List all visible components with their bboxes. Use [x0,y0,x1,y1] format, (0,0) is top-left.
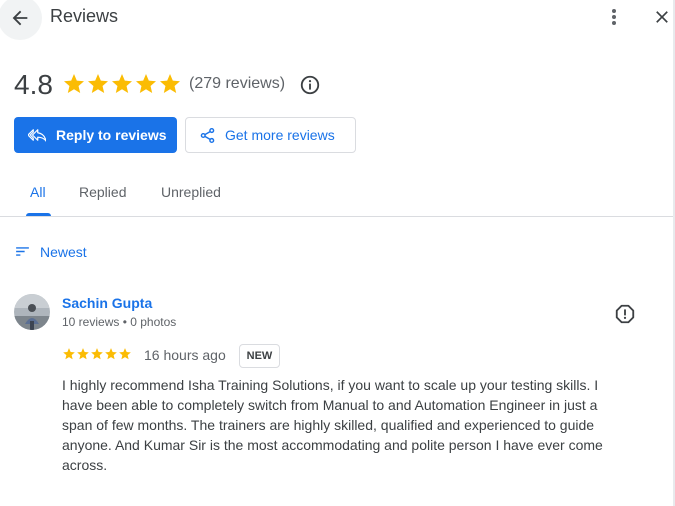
star-icon [119,348,131,360]
star-icon [136,74,156,93]
reply-all-icon [28,129,46,142]
star-icon [88,74,108,93]
share-icon [200,127,215,143]
sort-icon [16,247,29,256]
star-icon [91,348,103,360]
star-icon [77,348,89,360]
review-stars [62,347,132,361]
info-icon [300,75,320,95]
back-button[interactable] [0,0,42,40]
tab-replied[interactable]: Replied [79,184,126,200]
star-icon [64,74,84,93]
reply-to-reviews-label: Reply to reviews [56,127,167,143]
review-time: 16 hours ago [144,347,226,363]
get-more-reviews-button[interactable]: Get more reviews [185,117,356,153]
rating-stars [62,72,182,96]
tabs-divider [0,216,673,217]
report-review-button[interactable] [613,302,637,326]
new-badge: NEW [239,344,280,368]
star-icon [160,74,180,93]
review-text: I highly recommend Isha Training Solutio… [62,377,603,473]
star-icon [112,74,132,93]
avatar[interactable] [14,294,50,330]
reviewer-name[interactable]: Sachin Gupta [62,295,152,311]
star-icon [63,348,75,360]
tab-all[interactable]: All [30,184,46,200]
rating-info-button[interactable] [299,74,321,96]
get-more-reviews-label: Get more reviews [225,127,335,143]
more-vert-icon [612,9,616,25]
review-count: (279 reviews) [189,75,286,92]
reviewer-photo [14,294,50,330]
close-icon [656,11,668,23]
sort-button[interactable]: Newest [14,243,87,260]
reviewer-meta: 10 reviews • 0 photos [62,315,177,329]
more-options-button[interactable] [602,4,626,30]
average-rating: 4.8 [14,69,53,100]
close-button[interactable] [650,5,674,29]
report-icon [615,304,635,324]
sort-label: Newest [40,243,87,260]
arrow-back-icon [12,10,28,26]
star-icon [105,348,117,360]
tab-unreplied[interactable]: Unreplied [161,184,221,200]
reply-to-reviews-button[interactable]: Reply to reviews [14,117,177,153]
page-title: Reviews [50,6,119,26]
